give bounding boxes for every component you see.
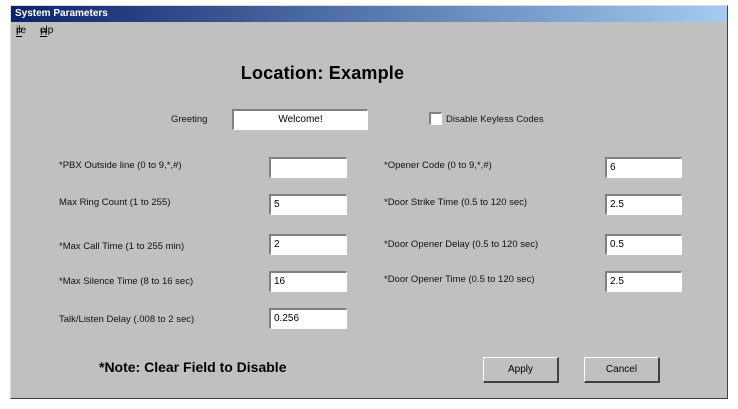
pbx-outside-line-label: *PBX Outside line (0 to 9,*,#) [59, 160, 182, 171]
max-ring-count-field[interactable]: 5 [269, 194, 347, 215]
opener-code-label: *Opener Code (0 to 9,*,#) [384, 160, 492, 171]
max-silence-time-label: *Max Silence Time (8 to 16 sec) [59, 276, 194, 287]
menu-file[interactable]: File [16, 25, 26, 38]
door-opener-delay-label: *Door Opener Delay (0.5 to 120 sec) [384, 239, 539, 250]
disable-keyless-label[interactable]: Disable Keyless Codes [446, 114, 544, 125]
max-silence-time-field[interactable]: 16 [269, 271, 347, 292]
menu-help[interactable]: Help [40, 25, 53, 38]
opener-code-field[interactable]: 6 [605, 157, 682, 178]
door-opener-delay-field[interactable]: 0.5 [605, 234, 682, 255]
menu-bar: File Help [11, 23, 727, 39]
greeting-label: Greeting [171, 114, 208, 125]
apply-button[interactable]: Apply [483, 357, 559, 383]
talk-listen-delay-label: Talk/Listen Delay (.008 to 2 sec) [59, 314, 195, 325]
door-strike-time-label: *Door Strike Time (0.5 to 120 sec) [384, 197, 528, 208]
note-text: *Note: Clear Field to Disable [99, 359, 287, 375]
location-heading: Location: Example [240, 63, 405, 83]
door-opener-time-label: *Door Opener Time (0.5 to 120 sec) [384, 274, 535, 285]
talk-listen-delay-field[interactable]: 0.256 [269, 308, 347, 329]
pbx-outside-line-field[interactable] [269, 157, 347, 178]
cancel-button[interactable]: Cancel [584, 357, 660, 383]
max-call-time-field[interactable]: 2 [269, 234, 347, 255]
greeting-field[interactable]: Welcome! [232, 109, 368, 130]
title-bar: System Parameters [11, 6, 727, 22]
disable-keyless-checkbox[interactable] [429, 112, 442, 125]
max-call-time-label: *Max Call Time (1 to 255 min) [59, 241, 185, 252]
system-parameters-window: System Parameters File Help Location: Ex… [10, 5, 728, 399]
door-strike-time-field[interactable]: 2.5 [605, 194, 682, 215]
max-ring-count-label: Max Ring Count (1 to 255) [59, 197, 171, 208]
door-opener-time-field[interactable]: 2.5 [605, 271, 682, 292]
